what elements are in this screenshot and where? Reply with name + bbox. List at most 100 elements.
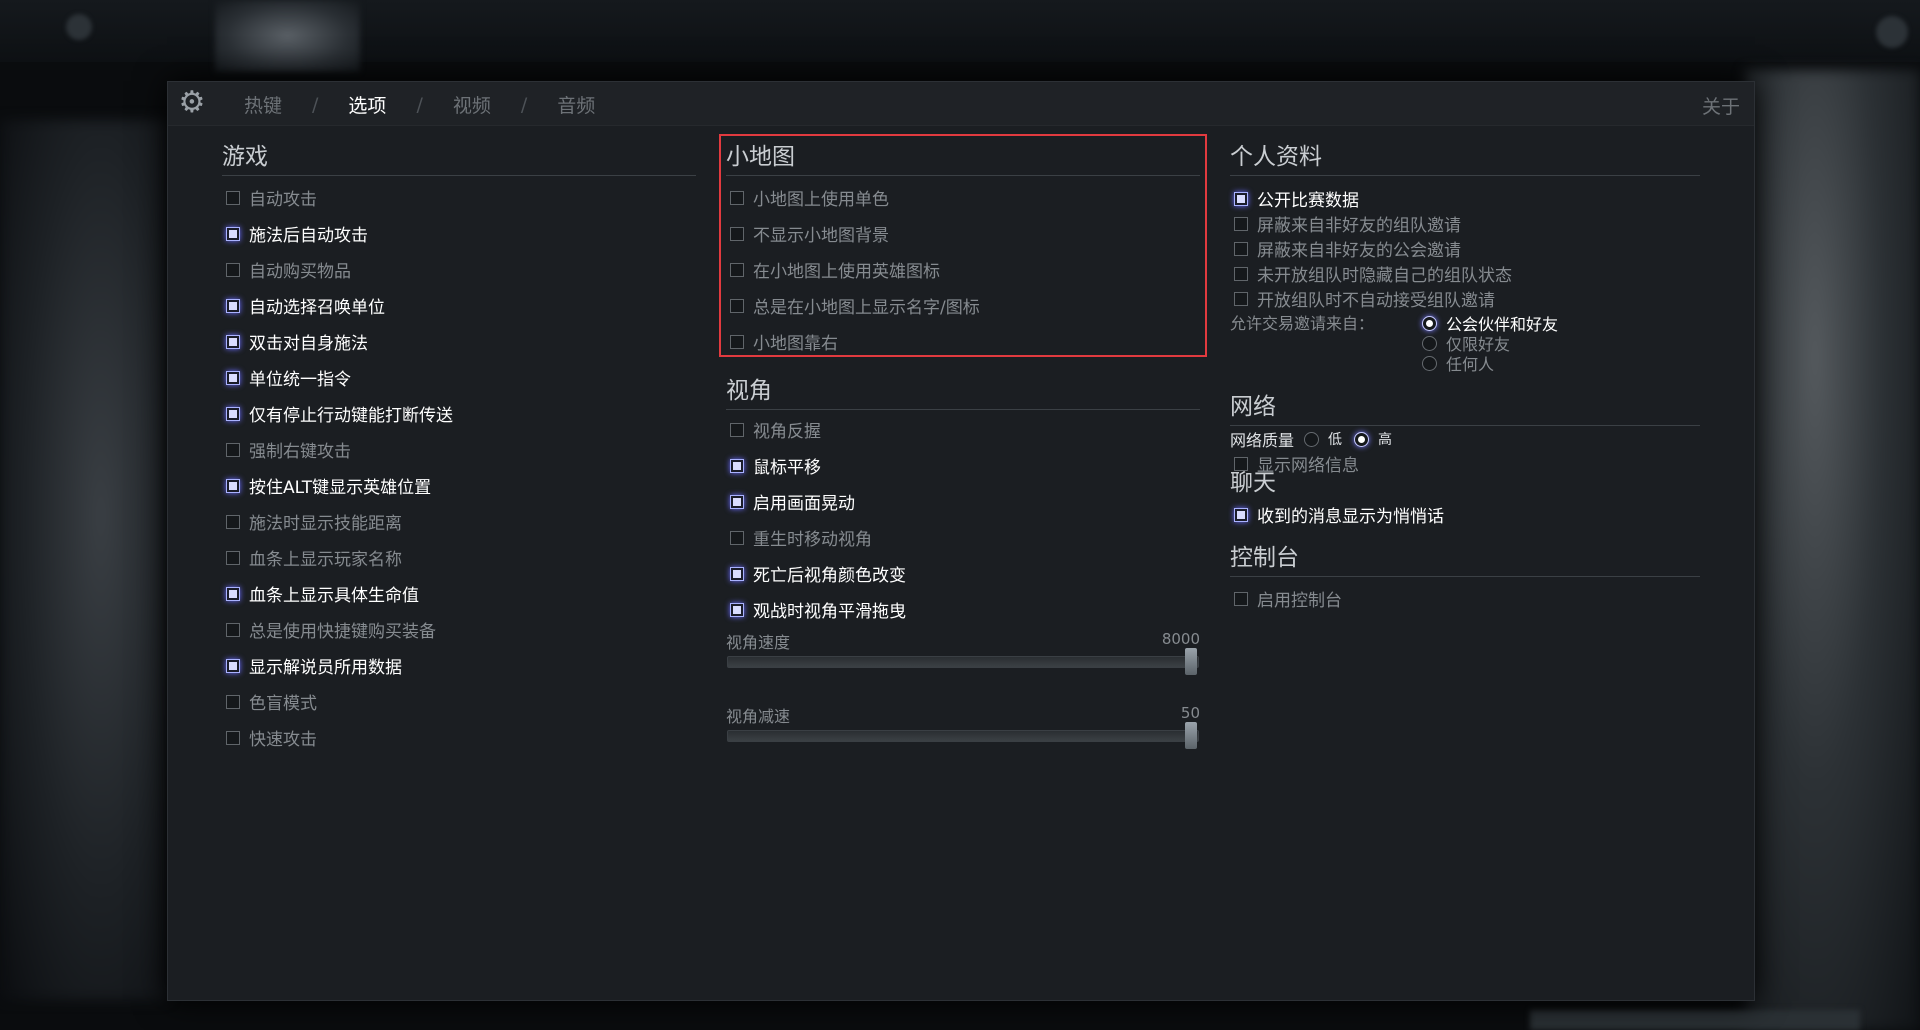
option-row[interactable]: 施法后自动攻击 xyxy=(222,221,368,246)
checkbox[interactable] xyxy=(730,530,744,545)
camera-decel-value: 50 xyxy=(1180,704,1200,722)
option-row[interactable]: 启用画面晃动 xyxy=(726,489,855,514)
checkbox[interactable] xyxy=(226,730,240,745)
option-row[interactable]: 强制右键攻击 xyxy=(222,437,351,462)
tab-separator: / xyxy=(520,93,528,116)
checkbox[interactable] xyxy=(226,226,240,241)
checkbox[interactable] xyxy=(1234,241,1248,256)
checkbox[interactable] xyxy=(1234,591,1248,606)
checkbox[interactable] xyxy=(730,458,744,473)
camera-speed-slider-thumb[interactable] xyxy=(1185,648,1197,675)
tab-video[interactable]: 视频 xyxy=(449,91,495,118)
gear-icon: ⚙ xyxy=(178,85,206,120)
option-label: 仅有停止行动键能打断传送 xyxy=(249,406,453,426)
tab-hotkeys[interactable]: 热键 xyxy=(240,91,286,118)
option-row[interactable]: 重生时移动视角 xyxy=(726,525,872,550)
tab-separator: / xyxy=(312,93,319,116)
tab-options[interactable]: 选项 xyxy=(344,91,390,118)
camera-decel-slider-thumb[interactable] xyxy=(1185,722,1197,749)
camera-speed-label: 视角速度 xyxy=(726,633,791,652)
option-row[interactable]: 屏蔽来自非好友的组队邀请 xyxy=(1230,211,1461,236)
checkbox[interactable] xyxy=(226,370,240,385)
option-row[interactable]: 开放组队时不自动接受组队邀请 xyxy=(1230,286,1495,311)
option-row[interactable]: 血条上显示具体生命值 xyxy=(222,581,419,606)
checkbox[interactable] xyxy=(226,442,240,457)
option-label: 色盲模式 xyxy=(249,694,317,714)
background-bottom-button xyxy=(1530,1010,1860,1030)
option-row[interactable]: 血条上显示玩家名称 xyxy=(222,545,402,570)
option-row[interactable]: 快速攻击 xyxy=(222,725,317,750)
checkbox[interactable] xyxy=(1234,507,1248,522)
camera-decel-slider-track[interactable] xyxy=(727,730,1199,742)
checkbox[interactable] xyxy=(226,298,240,313)
option-label: 启用控制台 xyxy=(1257,591,1342,611)
option-row[interactable]: 鼠标平移 xyxy=(726,453,821,478)
option-label: 屏蔽来自非好友的公会邀请 xyxy=(1257,241,1461,261)
option-row[interactable]: 公开比赛数据 xyxy=(1230,186,1359,211)
option-label: 血条上显示玩家名称 xyxy=(249,550,402,570)
option-row[interactable]: 未开放组队时隐藏自己的组队状态 xyxy=(1230,261,1512,286)
background-nav xyxy=(446,10,1146,46)
option-label: 自动攻击 xyxy=(249,190,317,210)
checkbox[interactable] xyxy=(226,658,240,673)
option-row[interactable]: 双击对自身施法 xyxy=(222,329,368,354)
background-left-art xyxy=(0,120,168,1000)
option-row[interactable]: 自动攻击 xyxy=(222,185,317,210)
option-label: 单位统一指令 xyxy=(249,370,351,390)
option-label: 鼠标平移 xyxy=(753,458,821,478)
checkbox[interactable] xyxy=(730,602,744,617)
minimap-highlight-box xyxy=(719,134,1207,357)
checkbox[interactable] xyxy=(226,622,240,637)
option-row[interactable]: 色盲模式 xyxy=(222,689,317,714)
settings-tab-bar: ⚙ 热键 / 选项 / 视频 / 音频 关于 xyxy=(168,82,1754,126)
checkbox[interactable] xyxy=(730,566,744,581)
option-label: 血条上显示具体生命值 xyxy=(249,586,419,606)
checkbox[interactable] xyxy=(1234,291,1248,306)
option-row[interactable]: 启用控制台 xyxy=(1230,586,1342,611)
checkbox[interactable] xyxy=(1234,266,1248,281)
checkbox[interactable] xyxy=(226,478,240,493)
tab-separator: / xyxy=(416,93,423,116)
about-button[interactable]: 关于 xyxy=(1702,92,1740,119)
option-label: 未开放组队时隐藏自己的组队状态 xyxy=(1257,266,1512,286)
option-row[interactable]: 施法时显示技能距离 xyxy=(222,509,402,534)
background-game-logo xyxy=(215,0,360,72)
radio-button[interactable] xyxy=(1422,315,1437,331)
option-row[interactable]: 屏蔽来自非好友的公会邀请 xyxy=(1230,236,1461,261)
camera-speed-slider-track[interactable] xyxy=(727,656,1199,668)
option-row[interactable]: 总是使用快捷键购买装备 xyxy=(222,617,436,642)
option-row[interactable]: 按住ALT键显示英雄位置 xyxy=(222,473,431,498)
tab-audio[interactable]: 音频 xyxy=(553,91,599,118)
option-row[interactable]: 仅有停止行动键能打断传送 xyxy=(222,401,453,426)
camera-speed-value: 8000 xyxy=(1161,630,1200,648)
option-label: 施法时显示技能距离 xyxy=(249,514,402,534)
background-settings-icon xyxy=(66,14,92,40)
checkbox[interactable] xyxy=(226,550,240,565)
option-row[interactable]: 死亡后视角颜色改变 xyxy=(726,561,906,586)
radio-row[interactable]: 任何人 xyxy=(1422,351,1494,375)
checkbox[interactable] xyxy=(1234,216,1248,231)
checkbox[interactable] xyxy=(730,494,744,509)
trade-invite-label: 允许交易邀请来自： xyxy=(1230,314,1375,333)
option-row[interactable]: 视角反握 xyxy=(726,417,821,442)
checkbox[interactable] xyxy=(730,422,744,437)
option-label: 屏蔽来自非好友的组队邀请 xyxy=(1257,216,1461,236)
checkbox[interactable] xyxy=(226,334,240,349)
checkbox[interactable] xyxy=(226,586,240,601)
checkbox[interactable] xyxy=(226,406,240,421)
option-row[interactable]: 观战时视角平滑拖曳 xyxy=(726,597,906,622)
option-row[interactable]: 收到的消息显示为悄悄话 xyxy=(1230,502,1444,527)
option-row[interactable]: 自动购买物品 xyxy=(222,257,351,282)
checkbox[interactable] xyxy=(226,694,240,709)
checkbox[interactable] xyxy=(1234,191,1248,206)
radio-button[interactable] xyxy=(1422,355,1437,371)
radio-button[interactable] xyxy=(1422,335,1437,351)
option-label: 视角反握 xyxy=(753,422,821,442)
checkbox[interactable] xyxy=(226,190,240,205)
option-label: 死亡后视角颜色改变 xyxy=(753,566,906,586)
option-row[interactable]: 显示解说员所用数据 xyxy=(222,653,402,678)
checkbox[interactable] xyxy=(226,514,240,529)
option-row[interactable]: 自动选择召唤单位 xyxy=(222,293,385,318)
checkbox[interactable] xyxy=(226,262,240,277)
option-row[interactable]: 单位统一指令 xyxy=(222,365,351,390)
